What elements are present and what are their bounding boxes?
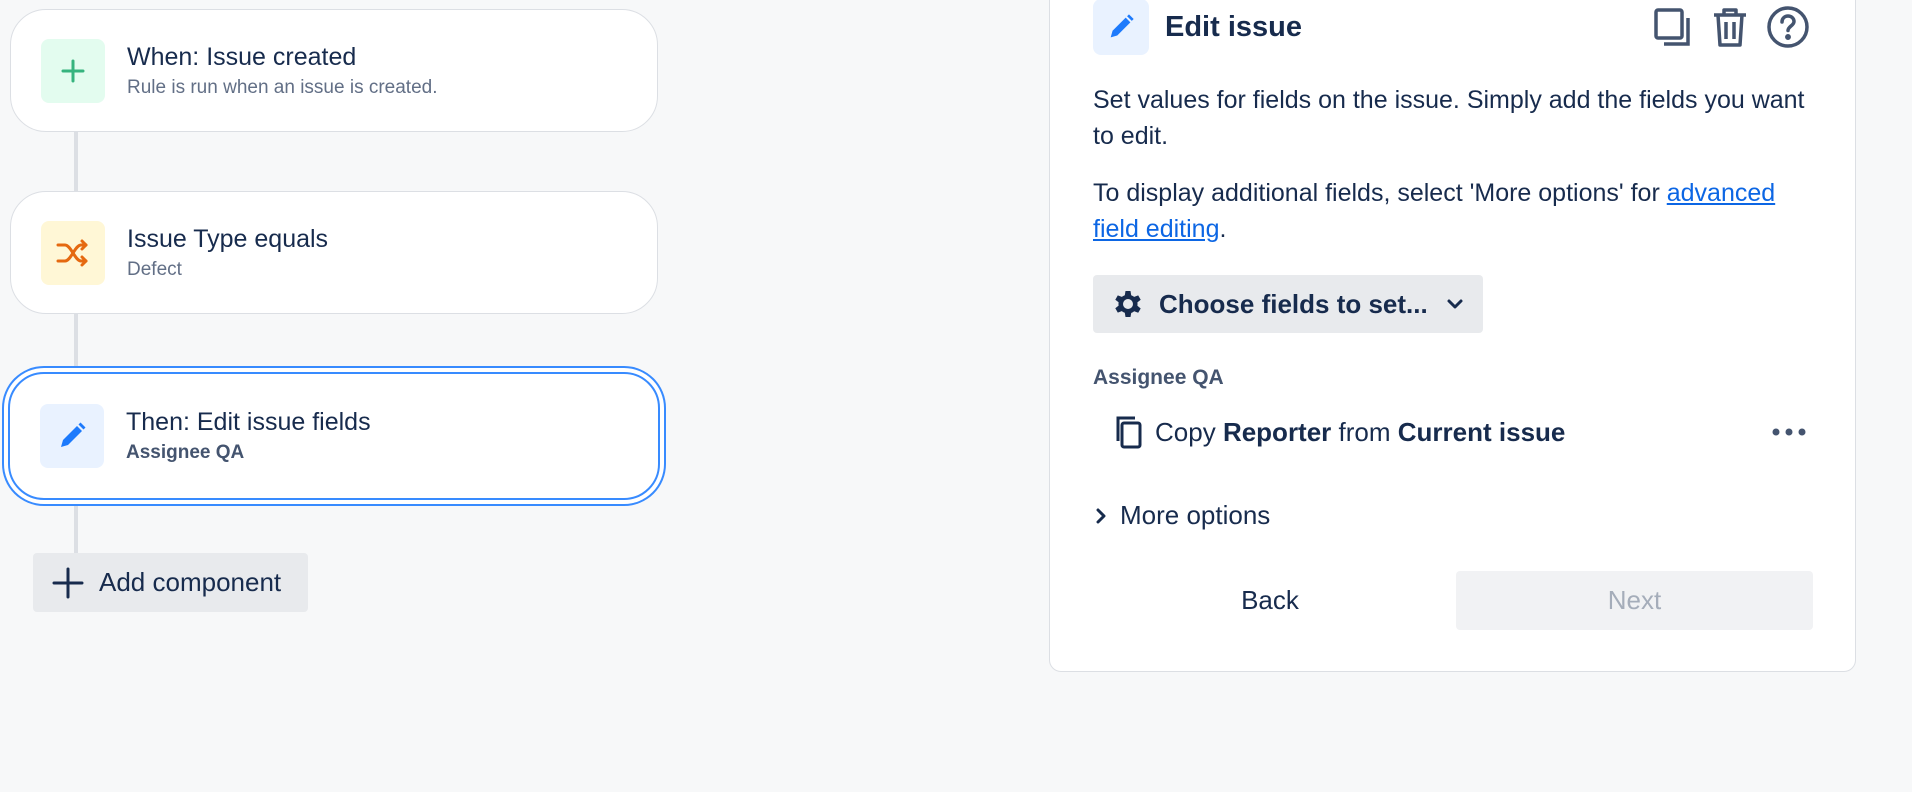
copy-icon [1113,414,1143,450]
help-icon [1767,6,1809,48]
chevron-down-icon [1447,299,1463,309]
trigger-subtitle: Rule is run when an issue is created. [127,76,438,98]
plus-icon [41,38,105,103]
more-options-toggle[interactable]: More options [1094,500,1270,531]
pencil-icon [1093,0,1149,55]
condition-title: Issue Type equals [127,224,329,253]
duplicate-button[interactable] [1643,2,1701,52]
pencil-icon [40,404,104,468]
trigger-title: When: Issue created [127,42,357,71]
automation-rule-editor: When: Issue created Rule is run when an … [0,0,1912,792]
field-label: Assignee QA [1093,366,1224,389]
more-options-label: More options [1120,500,1271,530]
panel-description: Set values for fields on the issue. Simp… [1093,86,1805,150]
help-button[interactable] [1759,2,1817,52]
plus-icon [52,567,84,598]
flow-connector [74,500,78,553]
choose-fields-dropdown[interactable]: Choose fields to set... [1093,275,1483,333]
add-component-button[interactable]: Add component [33,553,308,612]
flow-connector [74,132,78,191]
action-subtitle: Assignee QA [126,442,245,463]
flow-connector [74,314,78,372]
duplicate-icon [1654,8,1690,46]
action-title: Then: Edit issue fields [126,408,371,436]
next-button[interactable]: Next [1456,571,1813,630]
more-horizontal-icon [1772,428,1806,436]
field-verb: Copy [1155,416,1216,447]
back-button[interactable]: Back [1150,571,1390,630]
panel-description-advanced: To display additional fields, select 'Mo… [1093,175,1813,247]
condition-subtitle: Defect [127,258,182,280]
trash-icon [1714,8,1746,47]
field-source: Current issue [1397,416,1566,447]
trigger-card[interactable]: When: Issue created Rule is run when an … [10,9,658,132]
advanced-description-suffix: . [1219,215,1227,243]
condition-card[interactable]: Issue Type equals Defect [10,191,658,314]
field-preposition: from [1338,416,1391,447]
field-more-actions-button[interactable] [1765,412,1813,452]
choose-fields-label: Choose fields to set... [1159,288,1428,319]
advanced-description-text: To display additional fields, select 'Mo… [1093,179,1660,207]
action-card[interactable]: Then: Edit issue fields Assignee QA [8,372,660,500]
delete-button[interactable] [1701,2,1759,52]
add-component-label: Add component [99,567,282,597]
panel-title: Edit issue [1165,10,1302,43]
panel-header-actions [1643,2,1817,52]
shuffle-icon [41,220,105,285]
panel-header: Edit issue [1093,0,1302,55]
chevron-right-icon [1096,508,1106,523]
field-source-field: Reporter [1222,416,1332,447]
field-value-row: Copy Reporter from Current issue [1113,410,1813,454]
gear-icon [1115,291,1141,317]
